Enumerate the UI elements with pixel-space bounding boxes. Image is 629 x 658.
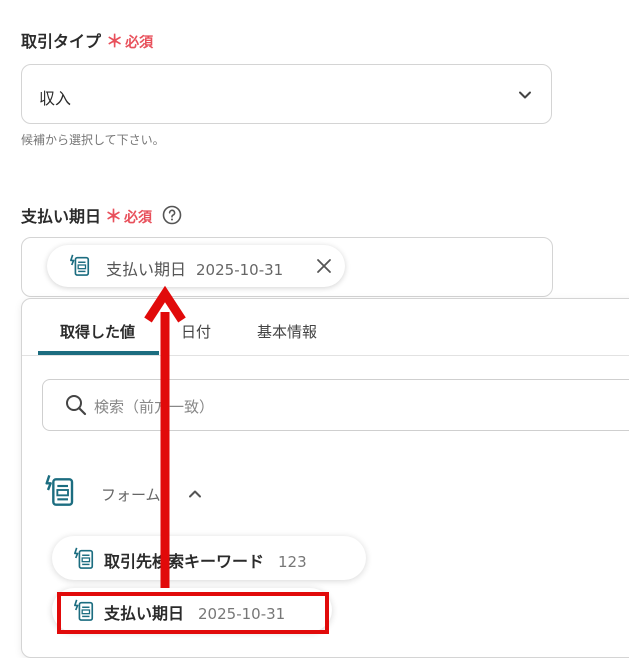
form-icon (70, 254, 90, 276)
search-input[interactable]: 検索（前方一致） (42, 379, 629, 431)
annotation-highlight-box (57, 592, 329, 634)
transaction-type-label-row: 取引タイプ ＊必須 (21, 27, 153, 52)
tab-date[interactable]: 日付 (181, 321, 211, 342)
tab-divider (22, 355, 629, 356)
chevron-up-icon[interactable] (187, 486, 203, 502)
list-item[interactable]: 取引先検索キーワード 123 (52, 536, 366, 580)
transaction-type-hint: 候補から選択して下さい。 (21, 133, 165, 147)
transaction-type-label: 取引タイプ (21, 32, 102, 51)
item-value: 123 (278, 553, 307, 571)
search-placeholder: 検索（前方一致） (94, 398, 215, 416)
required-badge: ＊必須 (105, 207, 153, 227)
transaction-type-value: 収入 (39, 89, 72, 108)
tab-basic-info[interactable]: 基本情報 (257, 321, 317, 342)
chevron-down-icon (519, 91, 531, 99)
section-title[interactable]: フォーム (101, 484, 161, 505)
help-icon[interactable] (162, 205, 182, 225)
search-icon (66, 395, 87, 416)
required-badge: ＊必須 (106, 32, 154, 52)
close-icon[interactable] (316, 258, 332, 274)
form-icon (45, 474, 74, 506)
tab-acquired-values[interactable]: 取得した値 (60, 321, 135, 342)
payment-due-label: 支払い期日 (21, 206, 102, 226)
item-label: 取引先検索キーワード 123 (104, 552, 307, 571)
chip-value: 2025-10-31 (196, 261, 284, 279)
payment-due-label-row: 支払い期日 ＊必須 (21, 202, 182, 227)
payment-due-chip[interactable]: 支払い期日 2025-10-31 (47, 245, 345, 287)
chip-label: 支払い期日 2025-10-31 (106, 260, 284, 279)
transaction-type-field: 取引タイプ ＊必須 収入 候補から選択して下さい。 (0, 0, 629, 160)
form-icon (74, 547, 94, 569)
transaction-type-select[interactable]: 収入 (21, 64, 552, 124)
